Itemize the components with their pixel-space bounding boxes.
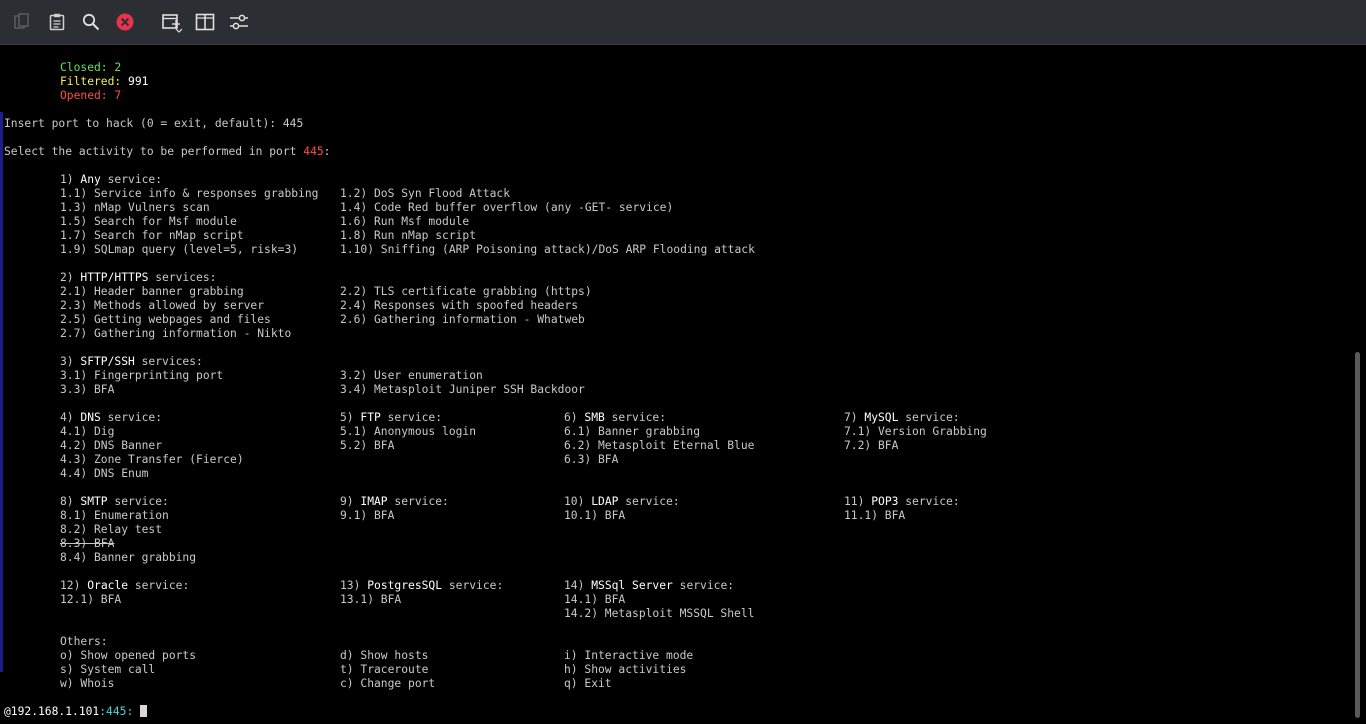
menu-item: 1.9) SQLmap query (level=5, risk=3) (60, 243, 299, 256)
menu-item: 1.1) Service info & responses grabbing (60, 187, 319, 200)
menu-item: 4.3) Zone Transfer (Fierce) (60, 453, 244, 466)
menu-item: 2.6) Gathering information - Whatweb (340, 313, 585, 326)
menu-item: 3.1) Fingerprinting port (60, 369, 224, 382)
port-prompt: Insert port to hack (0 = exit, default):… (4, 117, 304, 130)
menu-item: 3.2) User enumeration (340, 369, 483, 382)
split-view-icon[interactable] (193, 10, 217, 34)
menu-item: 8.2) Relay test (60, 523, 163, 536)
menu-item: 4.1) Dig (60, 425, 115, 438)
menu-item: 1.3) nMap Vulners scan (60, 201, 210, 214)
paste-icon[interactable] (45, 10, 69, 34)
menu-item: 7.1) Version Grabbing (844, 425, 987, 438)
section-imap-header: 9) IMAP service: (340, 495, 449, 508)
section-ftp-header: 5) FTP service: (340, 411, 443, 424)
section-mysql-header: 7) MySQL service: (844, 411, 960, 424)
shell-host: @192.168.1.101 (4, 705, 100, 718)
menu-item: d) Show hosts (340, 649, 429, 662)
section-pop3-header: 11) POP3 service: (844, 495, 960, 508)
preferences-icon[interactable] (227, 10, 251, 34)
menu-item: 5.1) Anonymous login (340, 425, 477, 438)
menu-item: 8.1) Enumeration (60, 509, 169, 522)
menu-item: 2.4) Responses with spoofed headers (340, 299, 579, 312)
menu-item: 11.1) BFA (844, 509, 906, 522)
section-mssql-header: 14) MSSql Server service: (564, 579, 735, 592)
shell-port: 445 (106, 705, 127, 718)
section-smb-header: 6) SMB service: (564, 411, 667, 424)
section-smtp-header: 8) SMTP service: (60, 495, 169, 508)
menu-item: 1.5) Search for Msf module (60, 215, 237, 228)
menu-item: 10.1) BFA (564, 509, 626, 522)
menu-item: 12.1) BFA (60, 593, 122, 606)
menu-item: 1.7) Search for nMap script (60, 229, 244, 242)
section-ldap-header: 10) LDAP service: (564, 495, 680, 508)
menu-item: w) Whois (60, 677, 115, 690)
menu-item: 1.2) DoS Syn Flood Attack (340, 187, 511, 200)
section-others-header: Others: (60, 635, 108, 648)
menu-item: 2.1) Header banner grabbing (60, 285, 244, 298)
menu-item: 1.6) Run Msf module (340, 215, 470, 228)
menu-item: 14.2) Metasploit MSSQL Shell (564, 607, 755, 620)
menu-item: 1.10) Sniffing (ARP Poisoning attack)/Do… (340, 243, 755, 256)
terminal-margin-bar (0, 112, 3, 672)
activity-prompt: Select the activity to be performed in p… (4, 145, 331, 158)
menu-item: 2.3) Methods allowed by server (60, 299, 265, 312)
menu-item: 2.2) TLS certificate grabbing (https) (340, 285, 592, 298)
close-icon[interactable] (113, 10, 137, 34)
opened-count: Opened: 7 (60, 89, 122, 102)
closed-count: Closed: 2 (60, 61, 122, 74)
menu-item: 2.5) Getting webpages and files (60, 313, 271, 326)
menu-item: q) Exit (564, 677, 612, 690)
menu-item: 2.7) Gathering information - Nikto (60, 327, 292, 340)
menu-item: 6.2) Metasploit Eternal Blue (564, 439, 755, 452)
menu-item: 14.1) BFA (564, 593, 626, 606)
menu-item: 6.3) BFA (564, 453, 619, 466)
menu-item: h) Show activities (564, 663, 687, 676)
section-any-header: 1) Any service: (60, 173, 163, 186)
filtered-count: Filtered: 991 (60, 75, 149, 88)
section-dns-header: 4) DNS service: (60, 411, 163, 424)
menu-item: 13.1) BFA (340, 593, 402, 606)
menu-item: c) Change port (340, 677, 436, 690)
menu-item: 3.3) BFA (60, 383, 115, 396)
menu-item: 5.2) BFA (340, 439, 395, 452)
menu-item: 4.4) DNS Enum (60, 467, 149, 480)
menu-item: 6.1) Banner grabbing (564, 425, 701, 438)
menu-item: 8.4) Banner grabbing (60, 551, 197, 564)
new-tab-icon[interactable] (160, 10, 184, 34)
section-postgres-header: 13) PostgresSQL service: (340, 579, 504, 592)
shell-prompt[interactable]: @192.168.1.101:445: (4, 705, 148, 719)
menu-item: 4.2) DNS Banner (60, 439, 163, 452)
menu-item: 7.2) BFA (844, 439, 899, 452)
menu-item: 1.8) Run nMap script (340, 229, 477, 242)
copy-icon[interactable] (10, 10, 34, 34)
scrollbar[interactable] (1355, 352, 1360, 718)
menu-item: t) Traceroute (340, 663, 429, 676)
section-oracle-header: 12) Oracle service: (60, 579, 190, 592)
menu-item: 1.4) Code Red buffer overflow (any -GET-… (340, 201, 674, 214)
menu-item: 3.4) Metasploit Juniper SSH Backdoor (340, 383, 585, 396)
section-http-header: 2) HTTP/HTTPS services: (60, 271, 217, 284)
menu-item-disabled: 8.3) BFA (60, 537, 115, 550)
section-ssh-header: 3) SFTP/SSH services: (60, 355, 203, 368)
menu-item: i) Interactive mode (564, 649, 694, 662)
search-icon[interactable] (79, 10, 103, 34)
menu-item: 9.1) BFA (340, 509, 395, 522)
terminal-toolbar (0, 0, 1366, 45)
text-cursor (140, 705, 148, 717)
menu-item: o) Show opened ports (60, 649, 197, 662)
menu-item: s) System call (60, 663, 156, 676)
